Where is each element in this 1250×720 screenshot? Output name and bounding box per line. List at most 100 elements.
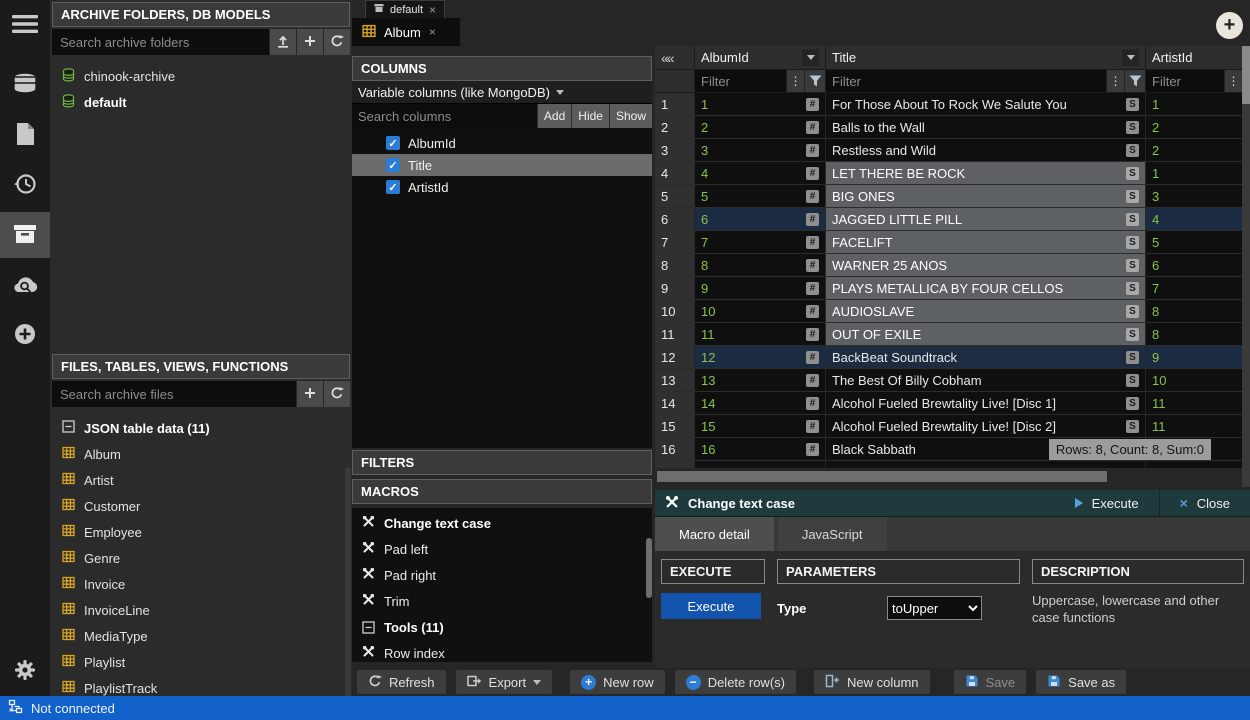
cell-artistid[interactable]: 11 <box>1146 415 1242 438</box>
cloud-search-nav-button[interactable] <box>0 262 50 308</box>
filter-input-artistid[interactable] <box>1146 70 1224 92</box>
macro-item[interactable]: Pad left <box>352 536 652 562</box>
hide-column-button[interactable]: Hide <box>571 104 609 128</box>
column-toggle-albumid[interactable]: ✓ AlbumId <box>352 132 652 154</box>
filter-funnel-button[interactable] <box>804 70 825 92</box>
cell-albumid[interactable]: 14 # <box>695 392 826 415</box>
row-number[interactable]: 9 <box>655 277 695 300</box>
add-column-list-button[interactable]: Add <box>537 104 571 128</box>
cell-artistid[interactable]: 7 <box>1146 277 1242 300</box>
row-number[interactable]: 15 <box>655 415 695 438</box>
filter-input-title[interactable] <box>826 70 1106 92</box>
settings-button[interactable] <box>0 648 50 694</box>
new-column-button[interactable]: New column <box>814 670 930 694</box>
macro-item[interactable]: Change text case <box>352 510 652 536</box>
cell-title[interactable]: Alcohol Fueled Brewtality Live! [Disc 2]… <box>826 415 1146 438</box>
table-item[interactable]: Genre <box>50 545 352 571</box>
row-number[interactable]: 2 <box>655 116 695 139</box>
filter-input-albumid[interactable] <box>695 70 786 92</box>
import-archive-button[interactable] <box>269 29 296 55</box>
menu-button[interactable] <box>0 2 50 48</box>
add-file-button[interactable] <box>296 381 323 407</box>
cell-title[interactable]: BackBeat Soundtrack S <box>826 346 1146 369</box>
save-as-button[interactable]: Save as <box>1036 670 1126 694</box>
cell-albumid[interactable]: 11 # <box>695 323 826 346</box>
table-item[interactable]: Album <box>50 441 352 467</box>
archive-folder-item[interactable]: default <box>50 89 352 115</box>
table-item[interactable]: Artist <box>50 467 352 493</box>
row-number[interactable]: 10 <box>655 300 695 323</box>
type-select[interactable]: toUpper <box>887 596 982 620</box>
cell-artistid[interactable]: 9 <box>1146 346 1242 369</box>
delete-rows-button[interactable]: − Delete row(s) <box>675 670 796 694</box>
table-item[interactable]: Employee <box>50 519 352 545</box>
cell-artistid[interactable]: 11 <box>1146 392 1242 415</box>
cell-title[interactable]: Restless and Wild S <box>826 139 1146 162</box>
close-icon[interactable]: × <box>429 3 436 17</box>
cell-title[interactable]: PLAYS METALLICA BY FOUR CELLOS S <box>826 277 1146 300</box>
search-columns-input[interactable] <box>352 104 537 128</box>
cell-artistid[interactable]: 4 <box>1146 208 1242 231</box>
cell-albumid[interactable]: 15 # <box>695 415 826 438</box>
cell-title[interactable]: FACELIFT S <box>826 231 1146 254</box>
cell-title[interactable]: AUDIOSLAVE S <box>826 300 1146 323</box>
column-header-artistid[interactable]: ArtistId <box>1146 46 1242 70</box>
cell-albumid[interactable]: 1 # <box>695 93 826 116</box>
tab-macro-detail[interactable]: Macro detail <box>655 517 774 551</box>
cell-albumid[interactable]: 5 # <box>695 185 826 208</box>
cell-title[interactable]: Alcohol Fueled Brewtality Live! [Disc 1]… <box>826 392 1146 415</box>
macro-item[interactable]: Tools (11) <box>352 614 652 640</box>
cell-artistid[interactable]: 8 <box>1146 323 1242 346</box>
row-number[interactable]: 13 <box>655 369 695 392</box>
table-item[interactable]: Invoice <box>50 571 352 597</box>
cell-albumid[interactable]: 10 # <box>695 300 826 323</box>
cell-title[interactable]: Balls to the Wall S <box>826 116 1146 139</box>
execute-button[interactable]: Execute <box>661 593 761 619</box>
cell-albumid[interactable]: 7 # <box>695 231 826 254</box>
cell-title[interactable]: OUT OF EXILE S <box>826 323 1146 346</box>
cell-artistid[interactable]: 8 <box>1146 300 1242 323</box>
kebab-menu-icon[interactable]: ⋮ <box>1224 70 1242 92</box>
filter-funnel-button[interactable] <box>1124 70 1145 92</box>
cell-albumid[interactable]: 4 # <box>695 162 826 185</box>
row-number[interactable]: 5 <box>655 185 695 208</box>
refresh-archives-button[interactable] <box>323 29 350 55</box>
kebab-menu-icon[interactable]: ⋮ <box>1106 70 1124 92</box>
column-toggle-artistid[interactable]: ✓ ArtistId <box>352 176 652 198</box>
scrollbar-thumb[interactable] <box>1242 46 1250 104</box>
table-item[interactable]: Customer <box>50 493 352 519</box>
cell-title[interactable]: LET THERE BE ROCK S <box>826 162 1146 185</box>
save-button[interactable]: Save <box>954 670 1027 694</box>
collapse-columns-button[interactable]: «« <box>655 46 695 70</box>
history-nav-button[interactable] <box>0 162 50 208</box>
archives-nav-button[interactable] <box>0 212 50 258</box>
cell-title[interactable]: The Best Of Billy Cobham S <box>826 369 1146 392</box>
add-archive-button[interactable] <box>296 29 323 55</box>
cell-artistid[interactable]: 1 <box>1146 162 1242 185</box>
columns-mode-selector[interactable]: Variable columns (like MongoDB) <box>352 81 652 104</box>
row-number[interactable]: 1 <box>655 93 695 116</box>
databases-nav-button[interactable] <box>0 62 50 108</box>
cell-artistid[interactable]: 5 <box>1146 231 1242 254</box>
cell-artistid[interactable]: 1 <box>1146 93 1242 116</box>
table-item[interactable]: MediaType <box>50 623 352 649</box>
refresh-files-button[interactable] <box>323 381 350 407</box>
column-menu-button[interactable] <box>1122 49 1139 66</box>
tab-table-album[interactable]: Album × <box>352 18 460 46</box>
show-column-button[interactable]: Show <box>609 104 652 128</box>
macro-item[interactable]: Pad right <box>352 562 652 588</box>
cell-title[interactable]: JAGGED LITTLE PILL S <box>826 208 1146 231</box>
cell-title[interactable]: WARNER 25 ANOS S <box>826 254 1146 277</box>
row-number[interactable]: 14 <box>655 392 695 415</box>
vertical-scrollbar[interactable] <box>1242 46 1250 487</box>
cell-title[interactable]: BIG ONES S <box>826 185 1146 208</box>
row-number[interactable]: 12 <box>655 346 695 369</box>
cell-artistid[interactable]: 10 <box>1146 369 1242 392</box>
cell-artistid[interactable]: 6 <box>1146 254 1242 277</box>
row-number[interactable]: 6 <box>655 208 695 231</box>
close-icon[interactable]: × <box>429 25 436 39</box>
cell-albumid[interactable]: 9 # <box>695 277 826 300</box>
new-row-button[interactable]: + New row <box>570 670 665 694</box>
checkbox-checked-icon[interactable]: ✓ <box>386 136 400 150</box>
cell-artistid[interactable]: 3 <box>1146 185 1242 208</box>
